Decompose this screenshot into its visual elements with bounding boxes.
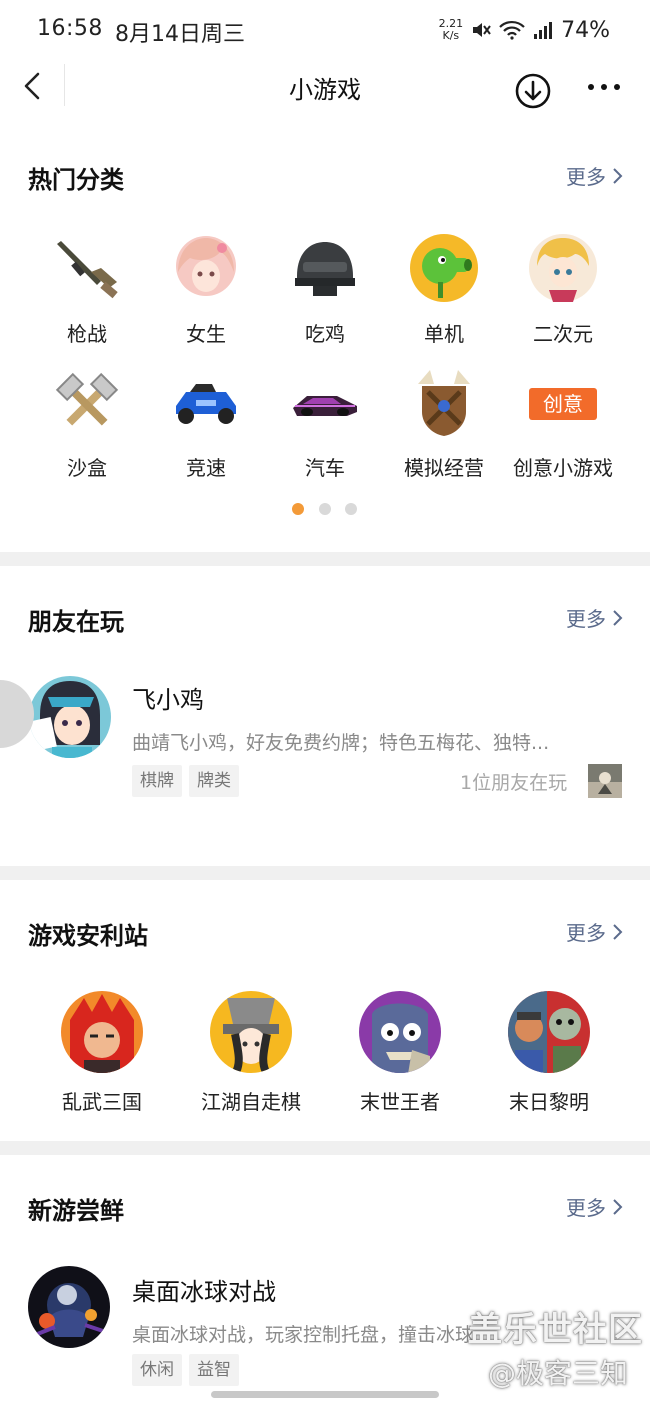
game-avatar-icon [29,676,111,758]
category-label: 创意小游戏 [513,456,613,480]
chevron-right-icon [613,923,623,940]
wifi-icon [499,20,525,40]
rifle-icon [57,241,118,299]
welfare-game-item[interactable]: 末世王者 [325,990,475,1115]
pager-dot[interactable] [319,503,331,515]
watermark-text: @极客三知 [488,1357,629,1390]
mute-icon [473,23,491,37]
category-item[interactable]: 创意 创意小游戏 [503,366,623,481]
welfare-station-more-link[interactable]: 更多 [566,917,624,946]
welfare-game-label: 乱武三国 [62,1090,142,1114]
category-item[interactable]: 竞速 [146,366,266,481]
game-tag: 益智 [189,1354,239,1386]
section-divider [0,552,650,566]
welfare-game-item[interactable]: 乱武三国 [27,990,177,1115]
more-dots-icon [588,84,620,90]
section-title-new-games: 新游尝鲜 [28,1197,124,1225]
welfare-game-label: 江湖自走棋 [201,1090,301,1114]
section-divider [0,1141,650,1155]
warrior-red-icon [61,991,143,1073]
category-label: 吃鸡 [305,322,345,346]
signal-icon [534,22,553,39]
more-label: 更多 [566,1196,606,1220]
status-time: 16:58 [37,16,103,41]
category-label: 单机 [424,322,464,346]
anime-character-icon [529,234,597,302]
home-indicator[interactable] [211,1391,439,1398]
more-options-button[interactable] [584,72,624,102]
status-indicators: 2.21 K/s 74% [439,14,610,46]
section-title-friends-playing: 朋友在玩 [28,608,124,636]
chevron-right-icon [613,1198,623,1215]
game-description: 桌面冰球对战，玩家控制托盘，撞击冰球 [132,1324,475,1346]
creative-badge-icon: 创意 [527,366,599,438]
racing-car-icon [293,396,357,416]
category-item[interactable]: 单机 [384,232,504,347]
category-item[interactable]: 枪战 [27,232,147,347]
chevron-right-icon [613,609,623,626]
welfare-game-label: 末日黎明 [509,1090,589,1114]
download-button[interactable] [514,72,552,110]
chevron-right-icon [613,167,623,184]
pager-dot-active[interactable] [292,503,304,515]
game-description: 曲靖飞小鸡，好友免费约牌；特色五梅花、独特... [132,732,550,754]
game-tag: 牌类 [189,765,239,797]
game-name: 飞小鸡 [132,686,204,714]
zombie-crowd-icon [508,991,590,1073]
section-divider [0,866,650,880]
welfare-game-item[interactable]: 江湖自走棋 [176,990,326,1115]
peashooter-icon [410,234,478,302]
category-label: 模拟经营 [404,456,484,480]
category-label: 沙盒 [67,456,107,480]
anime-girl-icon [176,236,236,296]
crossed-hammers-icon [55,372,119,426]
category-item[interactable]: 沙盒 [27,366,147,481]
game-avatar-icon [28,1266,110,1348]
game-tag: 休闲 [132,1354,182,1386]
new-games-more-link[interactable]: 更多 [566,1192,624,1221]
download-circle-icon [515,73,551,109]
friend-avatar [588,764,622,798]
page-title: 小游戏 [289,76,361,104]
game-name: 桌面冰球对战 [132,1278,276,1306]
category-label: 枪战 [67,322,107,346]
category-label: 女生 [186,322,226,346]
creative-badge-text: 创意 [529,388,597,420]
game-tag: 棋牌 [132,765,182,797]
welfare-game-label: 末世王者 [360,1090,440,1114]
helmet-icon [295,242,355,296]
friend-game-card[interactable]: 飞小鸡 曲靖飞小鸡，好友免费约牌；特色五梅花、独特... 棋牌 牌类 1位朋友在… [0,660,650,820]
status-date: 8月14日周三 [115,22,245,47]
watermark-text: 盖乐世社区 [468,1310,643,1350]
category-label: 汽车 [305,456,345,480]
battery-level: 74% [561,17,610,43]
net-speed: 2.21 K/s [438,17,464,42]
swordsman-icon [210,991,292,1073]
more-label: 更多 [566,607,606,631]
category-label: 二次元 [533,322,593,346]
category-label: 竞速 [186,456,226,480]
category-item[interactable]: 模拟经营 [384,366,504,481]
shield-horns-icon [418,370,470,436]
friends-count: 1位朋友在玩 [460,772,568,794]
category-item[interactable]: 吃鸡 [265,232,385,347]
more-label: 更多 [566,921,606,945]
more-label: 更多 [566,165,606,189]
hot-categories-more-link[interactable]: 更多 [566,161,624,190]
kart-icon [176,384,236,424]
zombie-cartoon-icon [359,991,441,1073]
pager-dot[interactable] [345,503,357,515]
category-item[interactable]: 汽车 [265,366,385,481]
category-item[interactable]: 女生 [146,232,266,347]
section-title-welfare-station: 游戏安利站 [28,922,148,950]
category-item[interactable]: 二次元 [503,232,623,347]
friends-playing-more-link[interactable]: 更多 [566,603,624,632]
section-title-hot-categories: 热门分类 [28,166,124,194]
welfare-game-item[interactable]: 末日黎明 [474,990,624,1115]
